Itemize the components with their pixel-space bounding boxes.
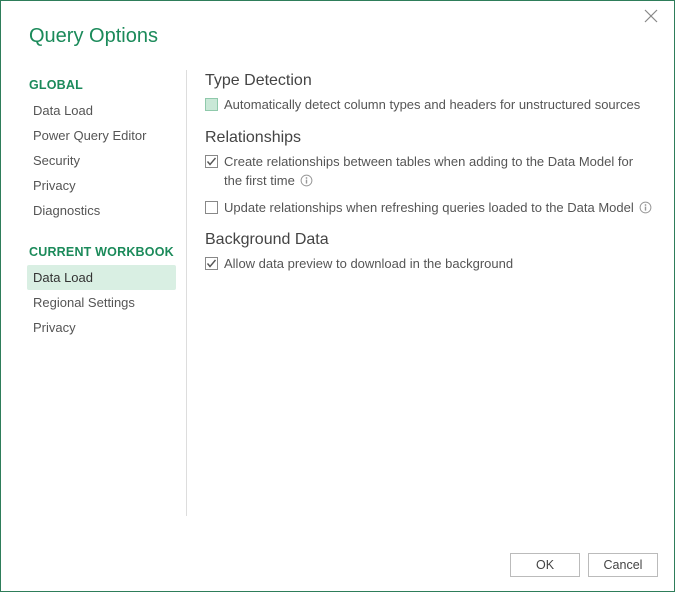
- dialog-title: Query Options: [1, 1, 674, 66]
- vertical-divider: [186, 70, 187, 516]
- section-heading-relationships: Relationships: [205, 129, 654, 147]
- checkbox-icon: [205, 201, 218, 214]
- checkbox-icon: [205, 257, 218, 270]
- sidebar-item-regional-settings[interactable]: Regional Settings: [27, 290, 176, 315]
- option-background-preview[interactable]: Allow data preview to download in the ba…: [205, 255, 654, 274]
- sidebar-item-data-load-global[interactable]: Data Load: [27, 98, 176, 123]
- query-options-dialog: Query Options GLOBAL Data Load Power Que…: [0, 0, 675, 592]
- cancel-button[interactable]: Cancel: [588, 553, 658, 577]
- sidebar-item-data-load-workbook[interactable]: Data Load: [27, 265, 176, 290]
- sidebar: GLOBAL Data Load Power Query Editor Secu…: [29, 66, 186, 516]
- option-label: Create relationships between tables when…: [224, 153, 654, 191]
- option-update-relationships[interactable]: Update relationships when refreshing que…: [205, 199, 654, 218]
- info-icon[interactable]: [300, 174, 313, 187]
- sidebar-item-power-query-editor[interactable]: Power Query Editor: [27, 123, 176, 148]
- section-heading-type-detection: Type Detection: [205, 72, 654, 90]
- dialog-footer: OK Cancel: [510, 553, 658, 577]
- sidebar-item-privacy-workbook[interactable]: Privacy: [27, 315, 176, 340]
- sidebar-item-security[interactable]: Security: [27, 148, 176, 173]
- option-label: Automatically detect column types and he…: [224, 96, 654, 115]
- content-pane: Type Detection Automatically detect colu…: [205, 66, 654, 516]
- close-icon: [644, 9, 658, 23]
- checkbox-icon: [205, 98, 218, 111]
- option-label: Allow data preview to download in the ba…: [224, 255, 654, 274]
- sidebar-item-diagnostics[interactable]: Diagnostics: [27, 198, 176, 223]
- section-heading-background-data: Background Data: [205, 231, 654, 249]
- info-icon[interactable]: [639, 201, 652, 214]
- option-auto-detect-types[interactable]: Automatically detect column types and he…: [205, 96, 654, 115]
- checkbox-icon: [205, 155, 218, 168]
- sidebar-heading-global: GLOBAL: [29, 78, 176, 92]
- close-button[interactable]: [644, 9, 660, 25]
- sidebar-item-privacy-global[interactable]: Privacy: [27, 173, 176, 198]
- ok-button[interactable]: OK: [510, 553, 580, 577]
- option-create-relationships[interactable]: Create relationships between tables when…: [205, 153, 654, 191]
- sidebar-heading-current-workbook: CURRENT WORKBOOK: [29, 245, 176, 259]
- option-label: Update relationships when refreshing que…: [224, 199, 654, 218]
